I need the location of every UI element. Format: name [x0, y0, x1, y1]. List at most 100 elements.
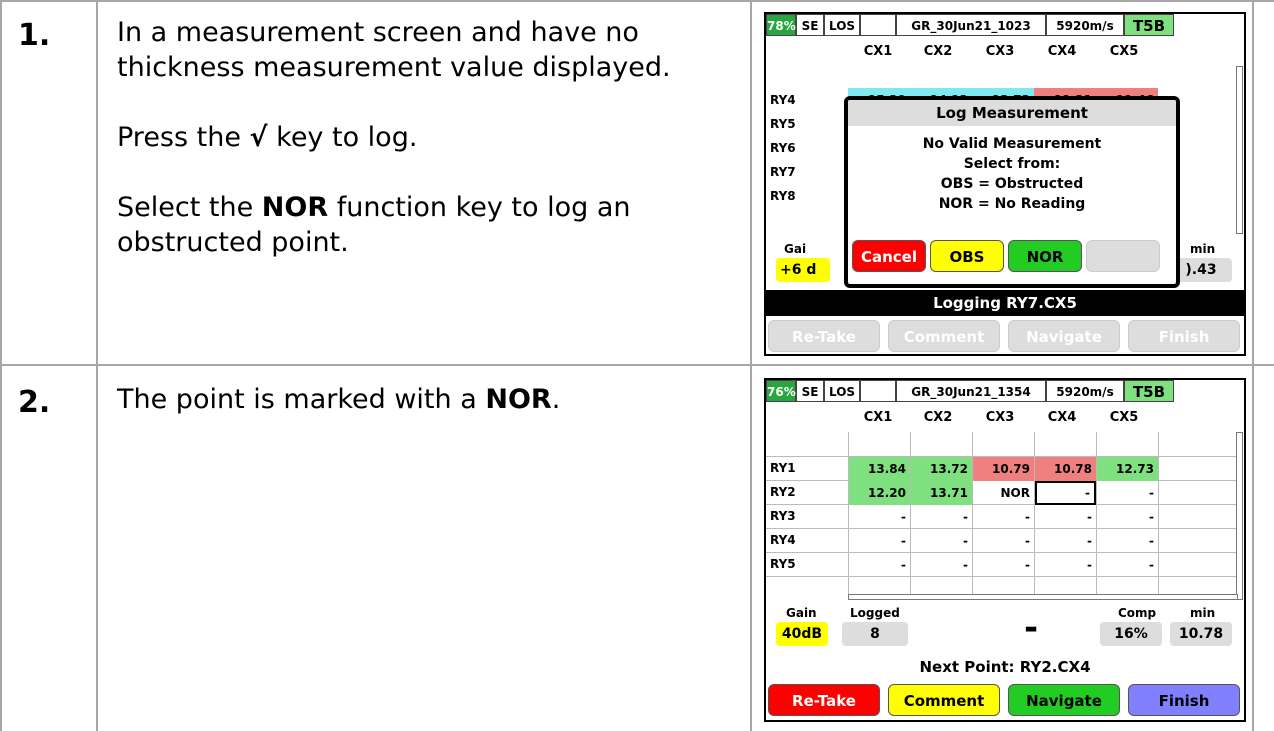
finish-button[interactable]: Finish: [1128, 320, 1240, 352]
logged-label: Logged: [850, 606, 900, 620]
mode-indicator: SE: [796, 380, 824, 402]
retake-button[interactable]: Re-Take: [768, 684, 880, 716]
row-header: RY5: [770, 557, 796, 571]
table-cell[interactable]: 13.72: [911, 457, 972, 481]
checkmark-key: √: [249, 122, 268, 153]
min-label: min: [1190, 242, 1216, 256]
table-cell[interactable]: -: [973, 529, 1034, 553]
table-cell[interactable]: -: [849, 505, 910, 529]
table-cell[interactable]: -: [1097, 505, 1158, 529]
column-header: CX1: [863, 410, 893, 425]
obs-button[interactable]: OBS: [930, 240, 1004, 272]
column-header: CX4: [1047, 410, 1077, 425]
status-bar: 78% SE LOS GR_30Jun21_1023 5920m/s T5B: [766, 14, 1244, 38]
column-header: CX2: [923, 410, 953, 425]
los-indicator: LOS: [824, 14, 860, 36]
row-header: RY4: [770, 533, 796, 547]
column-header: CX4: [1047, 44, 1077, 59]
column-header: CX3: [985, 410, 1015, 425]
blank-button[interactable]: [1086, 240, 1160, 272]
dialog-line: NOR = No Reading: [938, 196, 1086, 212]
grid-v3: [750, 0, 752, 731]
table-cell[interactable]: -: [973, 553, 1034, 577]
column-header: CX2: [923, 44, 953, 59]
table-cell[interactable]: -: [911, 529, 972, 553]
blank-indicator: [860, 14, 896, 36]
step-number: 2.: [18, 385, 51, 420]
table-cell[interactable]: -: [849, 553, 910, 577]
column-header: CX5: [1109, 44, 1139, 59]
dialog-line: Select from:: [963, 156, 1061, 172]
blank-indicator: [860, 380, 896, 402]
status-line: Next Point: RY2.CX4: [919, 658, 1091, 676]
table-cell[interactable]: 12.20: [849, 481, 910, 505]
velocity-indicator: 5920m/s: [1046, 14, 1124, 36]
step-instructions: The point is marked with a NOR.: [117, 382, 742, 417]
table-cell[interactable]: 13.71: [911, 481, 972, 505]
comp-label: Comp: [1118, 606, 1157, 620]
grid-v2: [96, 0, 98, 731]
comment-button[interactable]: Comment: [888, 320, 1000, 352]
table-cell[interactable]: -: [1097, 481, 1158, 505]
table-cell-nor[interactable]: NOR: [973, 481, 1034, 505]
row-header: RY3: [770, 509, 796, 523]
table-cell[interactable]: -: [911, 505, 972, 529]
min-value: 10.78: [1170, 622, 1232, 646]
logged-value: 8: [842, 622, 908, 646]
finish-button[interactable]: Finish: [1128, 684, 1240, 716]
table-cell[interactable]: -: [1097, 553, 1158, 577]
table-cell[interactable]: 12.73: [1097, 457, 1158, 481]
probe-indicator: T5B: [1124, 14, 1174, 36]
nor-button[interactable]: NOR: [1008, 240, 1082, 272]
mode-indicator: SE: [796, 14, 824, 36]
comp-value: 16%: [1100, 622, 1162, 646]
vertical-scrollbar[interactable]: [1236, 432, 1243, 600]
grid-mid-line: [0, 364, 1274, 366]
row-header: RY1: [770, 461, 796, 475]
gain-label: Gai: [784, 242, 807, 256]
dialog-line: OBS = Obstructed: [940, 176, 1084, 192]
device-screen-logging: 78% SE LOS GR_30Jun21_1023 5920m/s T5B C…: [764, 12, 1246, 356]
horizontal-scrollbar[interactable]: [848, 594, 1238, 600]
retake-button[interactable]: Re-Take: [768, 320, 880, 352]
navigate-button[interactable]: Navigate: [1008, 684, 1120, 716]
instruction-text: The point is marked with a NOR.: [117, 384, 561, 415]
instruction-text: In a measurement screen and have no thic…: [117, 17, 671, 83]
file-name: GR_30Jun21_1354: [896, 380, 1046, 402]
column-header: CX1: [863, 44, 893, 59]
table-cell[interactable]: 10.78: [1035, 457, 1096, 481]
grid-top-line: [0, 0, 1274, 2]
gain-label: Gain: [786, 606, 817, 620]
dialog-line: No Valid Measurement: [922, 136, 1102, 152]
step-instructions: In a measurement screen and have no thic…: [117, 15, 742, 260]
table-cell[interactable]: -: [973, 505, 1034, 529]
table-cell[interactable]: -: [1097, 529, 1158, 553]
row-header: RY2: [770, 485, 796, 499]
row-header: RY4: [770, 93, 796, 107]
battery-indicator: 76%: [766, 380, 796, 402]
velocity-indicator: 5920m/s: [1046, 380, 1124, 402]
battery-indicator: 78%: [766, 14, 796, 36]
table-cell[interactable]: -: [1035, 553, 1096, 577]
table-cell[interactable]: -: [911, 553, 972, 577]
row-header: RY6: [770, 141, 796, 155]
instruction-text: Select the NOR function key to log an ob…: [117, 192, 631, 258]
table-cell[interactable]: -: [1035, 505, 1096, 529]
table-cell[interactable]: 13.84: [849, 457, 910, 481]
comment-button[interactable]: Comment: [888, 684, 1000, 716]
gain-value: 40dB: [776, 622, 828, 646]
table-cell[interactable]: -: [1035, 529, 1096, 553]
device-screen-next-point: 76% SE LOS GR_30Jun21_1354 5920m/s T5B C…: [764, 378, 1246, 722]
vertical-scrollbar[interactable]: [1236, 66, 1243, 234]
table-cell-selected[interactable]: -: [1035, 481, 1096, 505]
navigate-button[interactable]: Navigate: [1008, 320, 1120, 352]
table-cell[interactable]: 10.79: [973, 457, 1034, 481]
cancel-button[interactable]: Cancel: [852, 240, 926, 272]
row-header: RY5: [770, 117, 796, 131]
table-cell[interactable]: -: [849, 529, 910, 553]
step-number: 1.: [18, 18, 51, 53]
row-header: RY8: [770, 189, 796, 203]
reading-value: -: [1024, 608, 1039, 648]
min-label: min: [1190, 606, 1216, 620]
los-indicator: LOS: [824, 380, 860, 402]
